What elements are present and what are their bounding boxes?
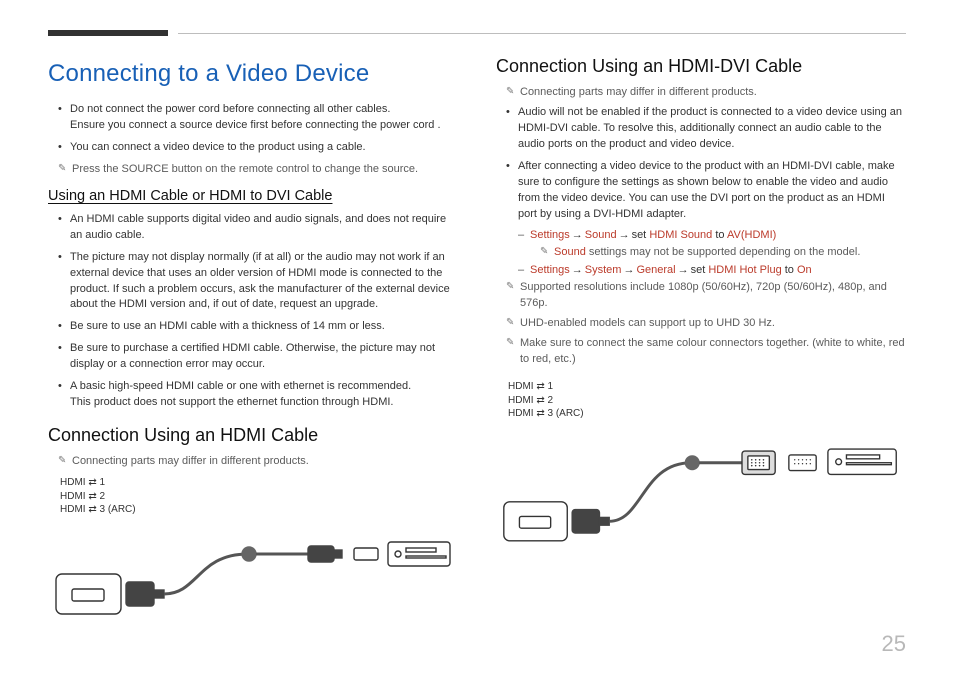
arrow-icon: → [678, 264, 689, 276]
hdmi-dvi-bullet-list: An HDMI cable supports digital video and… [48, 212, 458, 411]
hdmi-dvi-connection-diagram [496, 423, 906, 563]
settings-menu: Sound [554, 246, 586, 258]
settings-text: set [632, 229, 647, 241]
settings-option: HDMI Hot Plug [708, 264, 781, 276]
port-label-row: HDMI ⇄ 2 [508, 394, 906, 408]
list-item: Be sure to purchase a certified HDMI cab… [58, 341, 458, 373]
heading-hdmi-dvi-cable: Connection Using an HDMI-DVI Cable [496, 56, 906, 77]
arrow-icon: → [619, 229, 630, 241]
hdmi-dvi-connection-list: Audio will not be enabled if the product… [496, 105, 906, 223]
port-label-row: HDMI ⇄ 3 (ARC) [60, 503, 458, 517]
list-item: A basic high-speed HDMI cable or one wit… [58, 379, 458, 411]
hdmi-port-labels: HDMI ⇄ 1 HDMI ⇄ 2 HDMI ⇄ 3 (ARC) [508, 380, 906, 421]
uhd-note: UHD-enabled models can support up to UHD… [506, 316, 906, 332]
settings-path-system: Settings→System→General→set HDMI Hot Plu… [496, 264, 906, 276]
parts-differ-note: Connecting parts may differ in different… [506, 85, 906, 101]
arrow-icon: → [623, 264, 634, 276]
settings-text: to [715, 229, 724, 241]
sub-heading-hdmi-cable: Connection Using an HDMI Cable [48, 425, 458, 446]
settings-menu: Sound [585, 229, 617, 241]
page-title: Connecting to a Video Device [48, 60, 458, 88]
settings-text: set [691, 264, 706, 276]
two-column-layout: Connecting to a Video Device Do not conn… [48, 52, 906, 634]
settings-menu: System [585, 264, 622, 276]
port-label-row: HDMI ⇄ 1 [508, 380, 906, 394]
list-item: Audio will not be enabled if the product… [506, 105, 906, 153]
colour-connector-note: Make sure to connect the same colour con… [506, 336, 906, 368]
settings-menu: General [636, 264, 675, 276]
list-item: After connecting a video device to the p… [506, 159, 906, 223]
arrow-icon: → [572, 264, 583, 276]
source-button-label: SOURCE [122, 163, 169, 175]
settings-value: AV(HDMI) [727, 229, 776, 241]
settings-value: On [797, 264, 812, 276]
settings-text: to [785, 264, 794, 276]
port-label-row: HDMI ⇄ 1 [60, 476, 458, 490]
settings-option: HDMI Sound [649, 229, 712, 241]
list-item: The picture may not display normally (if… [58, 250, 458, 314]
left-column: Connecting to a Video Device Do not conn… [48, 52, 458, 634]
port-label-row: HDMI ⇄ 3 (ARC) [508, 407, 906, 421]
settings-menu: Settings [530, 264, 570, 276]
sub-heading-hdmi-or-dvi: Using an HDMI Cable or HDMI to DVI Cable [48, 188, 458, 204]
page-number: 25 [882, 631, 906, 657]
hdmi-port-labels: HDMI ⇄ 1 HDMI ⇄ 2 HDMI ⇄ 3 (ARC) [60, 476, 458, 517]
list-item: An HDMI cable supports digital video and… [58, 212, 458, 244]
intro-bullet: Do not connect the power cord before con… [58, 102, 458, 134]
note-text: settings may not be supported depending … [586, 246, 861, 258]
arrow-icon: → [572, 229, 583, 241]
note-text: button on the remote control to change t… [169, 163, 419, 175]
intro-bullet: You can connect a video device to the pr… [58, 140, 458, 156]
sound-settings-subnote: Sound settings may not be supported depe… [540, 245, 906, 261]
intro-bullet-list: Do not connect the power cord before con… [48, 102, 458, 156]
header-rule-thin [178, 33, 906, 34]
source-note: Press the SOURCE button on the remote co… [58, 162, 458, 178]
right-column: Connection Using an HDMI-DVI Cable Conne… [496, 52, 906, 634]
settings-path-sound: Settings→Sound→set HDMI Sound to AV(HDMI… [496, 229, 906, 241]
port-label-row: HDMI ⇄ 2 [60, 490, 458, 504]
list-item: Be sure to use an HDMI cable with a thic… [58, 319, 458, 335]
note-text: Press the [72, 163, 122, 175]
resolution-note: Supported resolutions include 1080p (50/… [506, 280, 906, 312]
hdmi-connection-diagram [48, 519, 458, 629]
parts-differ-note: Connecting parts may differ in different… [58, 454, 458, 470]
header-rule-thick [48, 30, 168, 36]
settings-menu: Settings [530, 229, 570, 241]
